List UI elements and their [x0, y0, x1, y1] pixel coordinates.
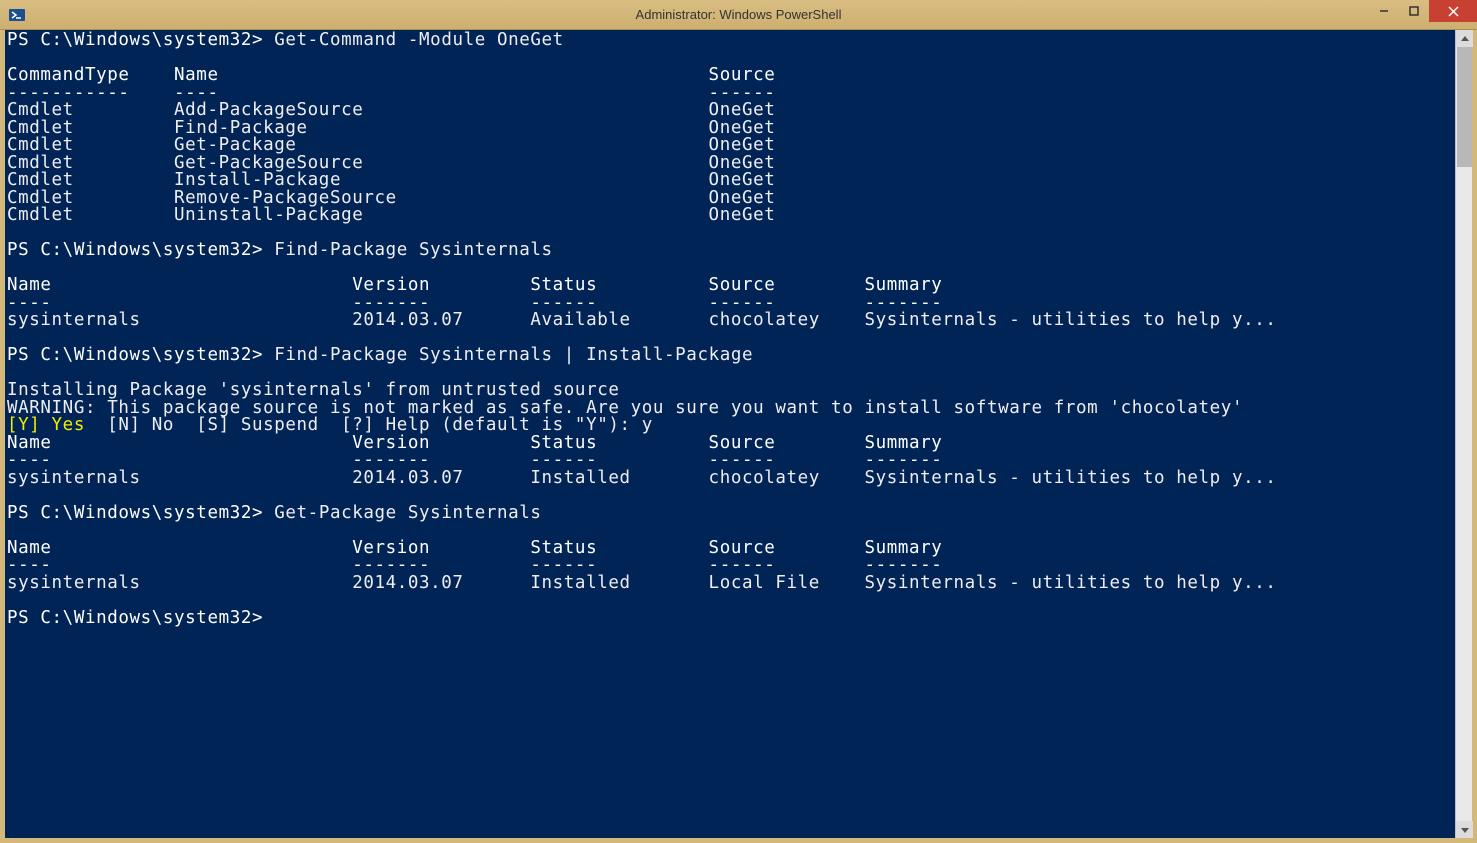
window-controls: [1369, 0, 1477, 22]
console-output[interactable]: PS C:\Windows\system32> Get-Command -Mod…: [5, 30, 1455, 838]
maximize-button[interactable]: [1399, 0, 1429, 22]
scroll-up-button[interactable]: [1456, 30, 1473, 47]
minimize-button[interactable]: [1369, 0, 1399, 22]
scroll-thumb[interactable]: [1457, 47, 1472, 167]
close-button[interactable]: [1429, 0, 1477, 22]
console-container: PS C:\Windows\system32> Get-Command -Mod…: [0, 30, 1477, 843]
window-title: Administrator: Windows PowerShell: [636, 7, 842, 22]
scroll-down-button[interactable]: [1456, 821, 1473, 838]
powershell-icon: [8, 6, 26, 24]
scrollbar[interactable]: [1455, 30, 1472, 838]
titlebar: Administrator: Windows PowerShell: [0, 0, 1477, 30]
